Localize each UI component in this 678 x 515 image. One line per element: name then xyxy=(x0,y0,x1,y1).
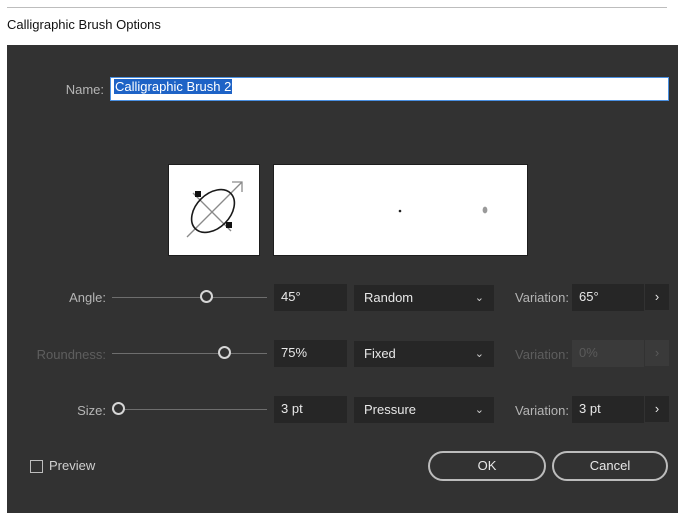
angle-value-field[interactable]: 45° xyxy=(274,284,347,311)
chevron-down-icon: ⌄ xyxy=(474,404,484,416)
roundness-variation-field: 0% xyxy=(572,340,644,367)
cancel-button[interactable]: Cancel xyxy=(552,451,668,481)
size-value-field[interactable]: 3 pt xyxy=(274,396,347,423)
size-variation-field[interactable]: 3 pt xyxy=(572,396,644,423)
title-divider xyxy=(7,7,667,8)
preview-checkbox[interactable] xyxy=(30,460,43,473)
roundness-handle-icon-2 xyxy=(226,222,232,228)
preview-label[interactable]: Preview xyxy=(49,458,95,473)
chevron-right-icon[interactable]: › xyxy=(645,284,669,310)
size-slider-knob[interactable] xyxy=(112,402,125,415)
roundness-mode-select[interactable]: Fixed ⌄ xyxy=(354,341,494,367)
ok-button[interactable]: OK xyxy=(428,451,546,481)
roundness-slider-track[interactable] xyxy=(112,353,267,354)
stroke-preview-graphic xyxy=(398,206,488,214)
size-mode-value: Pressure xyxy=(364,402,417,417)
name-input[interactable]: Calligraphic Brush 2 xyxy=(110,77,669,101)
angle-slider-track[interactable] xyxy=(112,297,267,298)
chevron-right-icon[interactable]: › xyxy=(645,396,669,422)
brush-shape-graphic xyxy=(186,181,243,238)
window-title: Calligraphic Brush Options xyxy=(7,17,161,32)
roundness-handle-icon xyxy=(195,191,201,197)
angle-mode-select[interactable]: Random ⌄ xyxy=(354,285,494,311)
chevron-down-icon: ⌄ xyxy=(474,292,484,304)
size-variation-label: Variation: xyxy=(515,403,569,418)
brush-stroke-preview xyxy=(273,164,528,256)
chevron-down-icon: ⌄ xyxy=(474,348,484,360)
chevron-right-icon: › xyxy=(645,340,669,366)
angle-variation-label: Variation: xyxy=(515,290,569,305)
size-mode-select[interactable]: Pressure ⌄ xyxy=(354,397,494,423)
size-slider-track[interactable] xyxy=(112,409,267,410)
roundness-variation-label: Variation: xyxy=(515,347,569,362)
roundness-slider-knob[interactable] xyxy=(218,346,231,359)
name-input-value: Calligraphic Brush 2 xyxy=(114,79,233,94)
brush-shape-editor[interactable] xyxy=(168,164,260,256)
angle-variation-field[interactable]: 65° xyxy=(572,284,644,311)
angle-mode-value: Random xyxy=(364,290,414,305)
roundness-label: Roundness: xyxy=(36,347,106,362)
dialog-body xyxy=(7,45,678,513)
name-label: Name: xyxy=(65,82,104,97)
angle-slider-knob[interactable] xyxy=(200,290,213,303)
roundness-mode-value: Fixed xyxy=(364,346,396,361)
size-label: Size: xyxy=(77,403,106,418)
angle-label: Angle: xyxy=(69,290,106,305)
roundness-value-field[interactable]: 75% xyxy=(274,340,347,367)
